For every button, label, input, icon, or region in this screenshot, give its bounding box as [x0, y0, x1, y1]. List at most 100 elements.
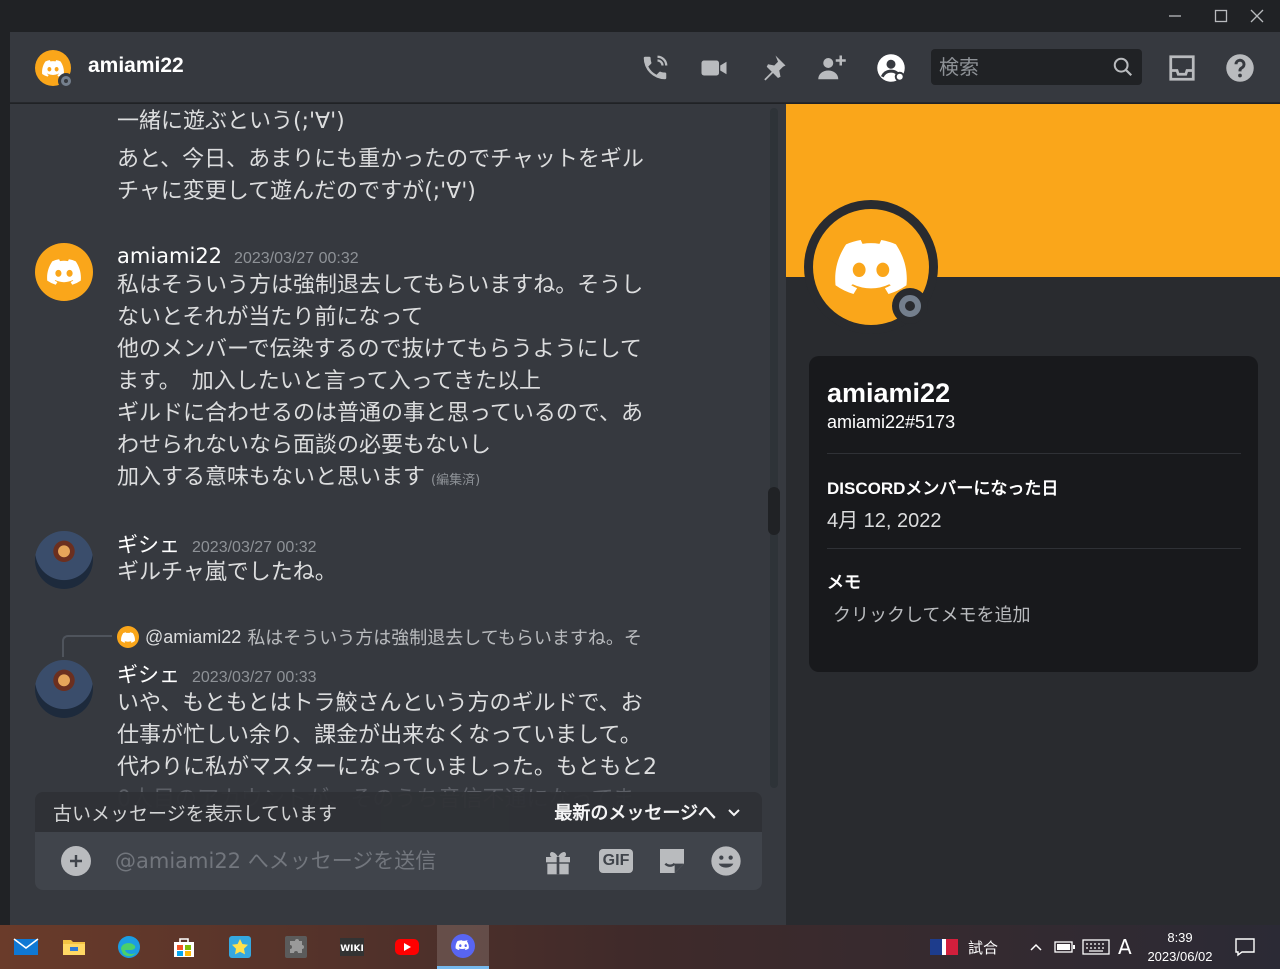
message-timestamp: 2023/03/27 00:32 — [234, 250, 359, 267]
profile-tag: amiami22#5173 — [827, 412, 956, 432]
emoji-button[interactable] — [709, 844, 743, 878]
clock-time: 8:39 — [1167, 930, 1193, 945]
sticker-icon — [660, 849, 684, 873]
pinned-messages-button[interactable] — [753, 48, 793, 88]
profile-name: amiami22 — [827, 378, 951, 408]
note-input[interactable] — [827, 600, 1237, 630]
reply-connector — [62, 635, 112, 657]
pin-icon — [764, 55, 786, 81]
status-offline-indicator — [58, 73, 74, 89]
upload-button[interactable] — [61, 846, 91, 876]
dm-header: amiami22 — [10, 32, 1280, 103]
close-button[interactable] — [1234, 0, 1280, 32]
message-line: チャに変更して遊んだのですが(;'∀') — [117, 179, 476, 204]
taskbar-edge[interactable] — [103, 925, 155, 969]
start-video-call-button[interactable] — [694, 48, 734, 88]
scrollbar-thumb[interactable] — [768, 487, 780, 535]
user-profile-icon — [877, 54, 905, 82]
phone-call-icon — [643, 55, 668, 80]
wiki-app-icon: WIKI — [340, 938, 364, 956]
sticker-button[interactable] — [655, 844, 689, 878]
member-since-title: DISCORDメンバーになった日 — [827, 479, 1059, 498]
taskbar-star-app[interactable] — [214, 925, 266, 969]
search-input[interactable] — [939, 54, 1099, 80]
taskbar-mail[interactable] — [0, 925, 52, 969]
maximize-icon — [1214, 9, 1228, 23]
message-line: 他のメンバーで伝染するので抜けてもらうようにして — [117, 337, 642, 362]
battery-icon — [1054, 941, 1075, 953]
reply-avatar — [117, 626, 139, 648]
store-icon — [174, 938, 194, 957]
jump-to-present-label: 最新のメッセージへ — [554, 803, 716, 824]
message-author[interactable]: amiami22 — [117, 244, 222, 268]
edited-label: (編集済) — [431, 473, 481, 488]
message-list[interactable]: 一緒に遊ぶという(;'∀') あと、今日、あまりにも重かったのでチャットをギル … — [10, 104, 786, 925]
message-line: 私はそういう方は強制退去してもらいますね。そうし — [117, 273, 644, 298]
search-icon[interactable] — [1112, 56, 1134, 78]
discord-logo-icon — [121, 631, 135, 643]
message-line: わせられないなら面談の必要もないし — [117, 433, 492, 458]
gif-picker-button[interactable]: GIF — [598, 844, 634, 878]
wiki-label: WIKI — [340, 944, 364, 954]
taskbar-discord[interactable] — [437, 925, 489, 969]
jump-to-present-button[interactable]: 最新のメッセージへ — [554, 799, 742, 825]
discord-logo-icon — [835, 240, 907, 294]
status-offline-indicator — [892, 288, 928, 324]
divider — [827, 548, 1241, 549]
message-input[interactable] — [115, 845, 515, 877]
user-profile-panel: amiami22 amiami22#5173 DISCORDメンバーになった日 … — [786, 104, 1280, 925]
tray-battery[interactable] — [1054, 925, 1076, 969]
chevron-up-icon — [1030, 943, 1042, 951]
message-header: amiami22 2023/03/27 00:32 — [117, 244, 359, 268]
taskbar-wiki-app[interactable]: WIKI — [326, 925, 378, 969]
ime-indicator[interactable]: A — [1118, 925, 1132, 969]
message-line: 仕事が忙しい余り、課金が出来なくなっていまして。 — [117, 723, 642, 748]
gift-icon — [546, 852, 570, 875]
reply-preview[interactable]: @amiami22 私はそういう方は強制退去してもらいますね。そ — [117, 625, 642, 649]
divider — [827, 453, 1241, 454]
message-line: ギルドに合わせるのは普通の事と思っているので、あ — [117, 401, 644, 426]
help-button[interactable] — [1220, 48, 1260, 88]
keyboard-icon — [1082, 939, 1110, 955]
message-line: 代わりに私がマスターになっていましった。もともと2 — [117, 755, 658, 780]
close-icon — [1250, 9, 1264, 23]
reply-author: @amiami22 — [145, 626, 242, 647]
chevron-down-icon — [728, 809, 740, 817]
hide-user-profile-button[interactable] — [871, 48, 911, 88]
add-friends-to-dm-button[interactable] — [812, 48, 852, 88]
start-voice-call-button[interactable] — [635, 48, 675, 88]
message-timestamp: 2023/03/27 00:33 — [192, 669, 317, 686]
notification-center-button[interactable] — [1234, 925, 1256, 969]
file-explorer-icon — [63, 940, 85, 955]
avatar[interactable] — [35, 531, 93, 589]
search-box — [931, 49, 1142, 85]
tray-keyboard[interactable] — [1082, 925, 1110, 969]
avatar[interactable] — [35, 243, 93, 301]
taskbar-youtube[interactable] — [381, 925, 433, 969]
scrollbar-track[interactable] — [770, 108, 778, 788]
taskbar-store[interactable] — [158, 925, 210, 969]
puzzle-app-icon — [285, 936, 307, 958]
gift-button[interactable] — [541, 844, 575, 878]
profile-card: amiami22 amiami22#5173 DISCORDメンバーになった日 … — [809, 356, 1258, 672]
taskbar-puzzle-app[interactable] — [270, 925, 322, 969]
tray-overflow-button[interactable] — [1028, 925, 1044, 969]
dm-title: amiami22 — [88, 54, 184, 77]
edge-icon — [118, 936, 140, 958]
avatar[interactable] — [35, 660, 93, 718]
message-line: いや、もともとはトラ鮫さんという方のギルドで、お — [117, 691, 643, 716]
older-messages-bar: 古いメッセージを表示しています 最新のメッセージへ — [35, 792, 762, 832]
message-line: 加入する意味もないと思います — [117, 465, 426, 490]
message-author[interactable]: ギシェ — [117, 659, 180, 689]
message-author[interactable]: ギシェ — [117, 529, 180, 559]
header-avatar[interactable] — [35, 50, 74, 89]
minimize-button[interactable] — [1152, 0, 1198, 32]
inbox-button[interactable] — [1162, 48, 1202, 88]
note-title: メモ — [827, 573, 861, 592]
taskbar-clock[interactable]: 8:39 2023/06/02 — [1140, 928, 1220, 966]
taskbar-file-explorer[interactable] — [48, 925, 100, 969]
tray-game-widget[interactable]: 試合 — [930, 925, 998, 969]
mlb-logo-icon — [930, 939, 958, 955]
message-line: 一緒に遊ぶという(;'∀') — [117, 109, 345, 134]
notification-icon — [1235, 938, 1255, 957]
